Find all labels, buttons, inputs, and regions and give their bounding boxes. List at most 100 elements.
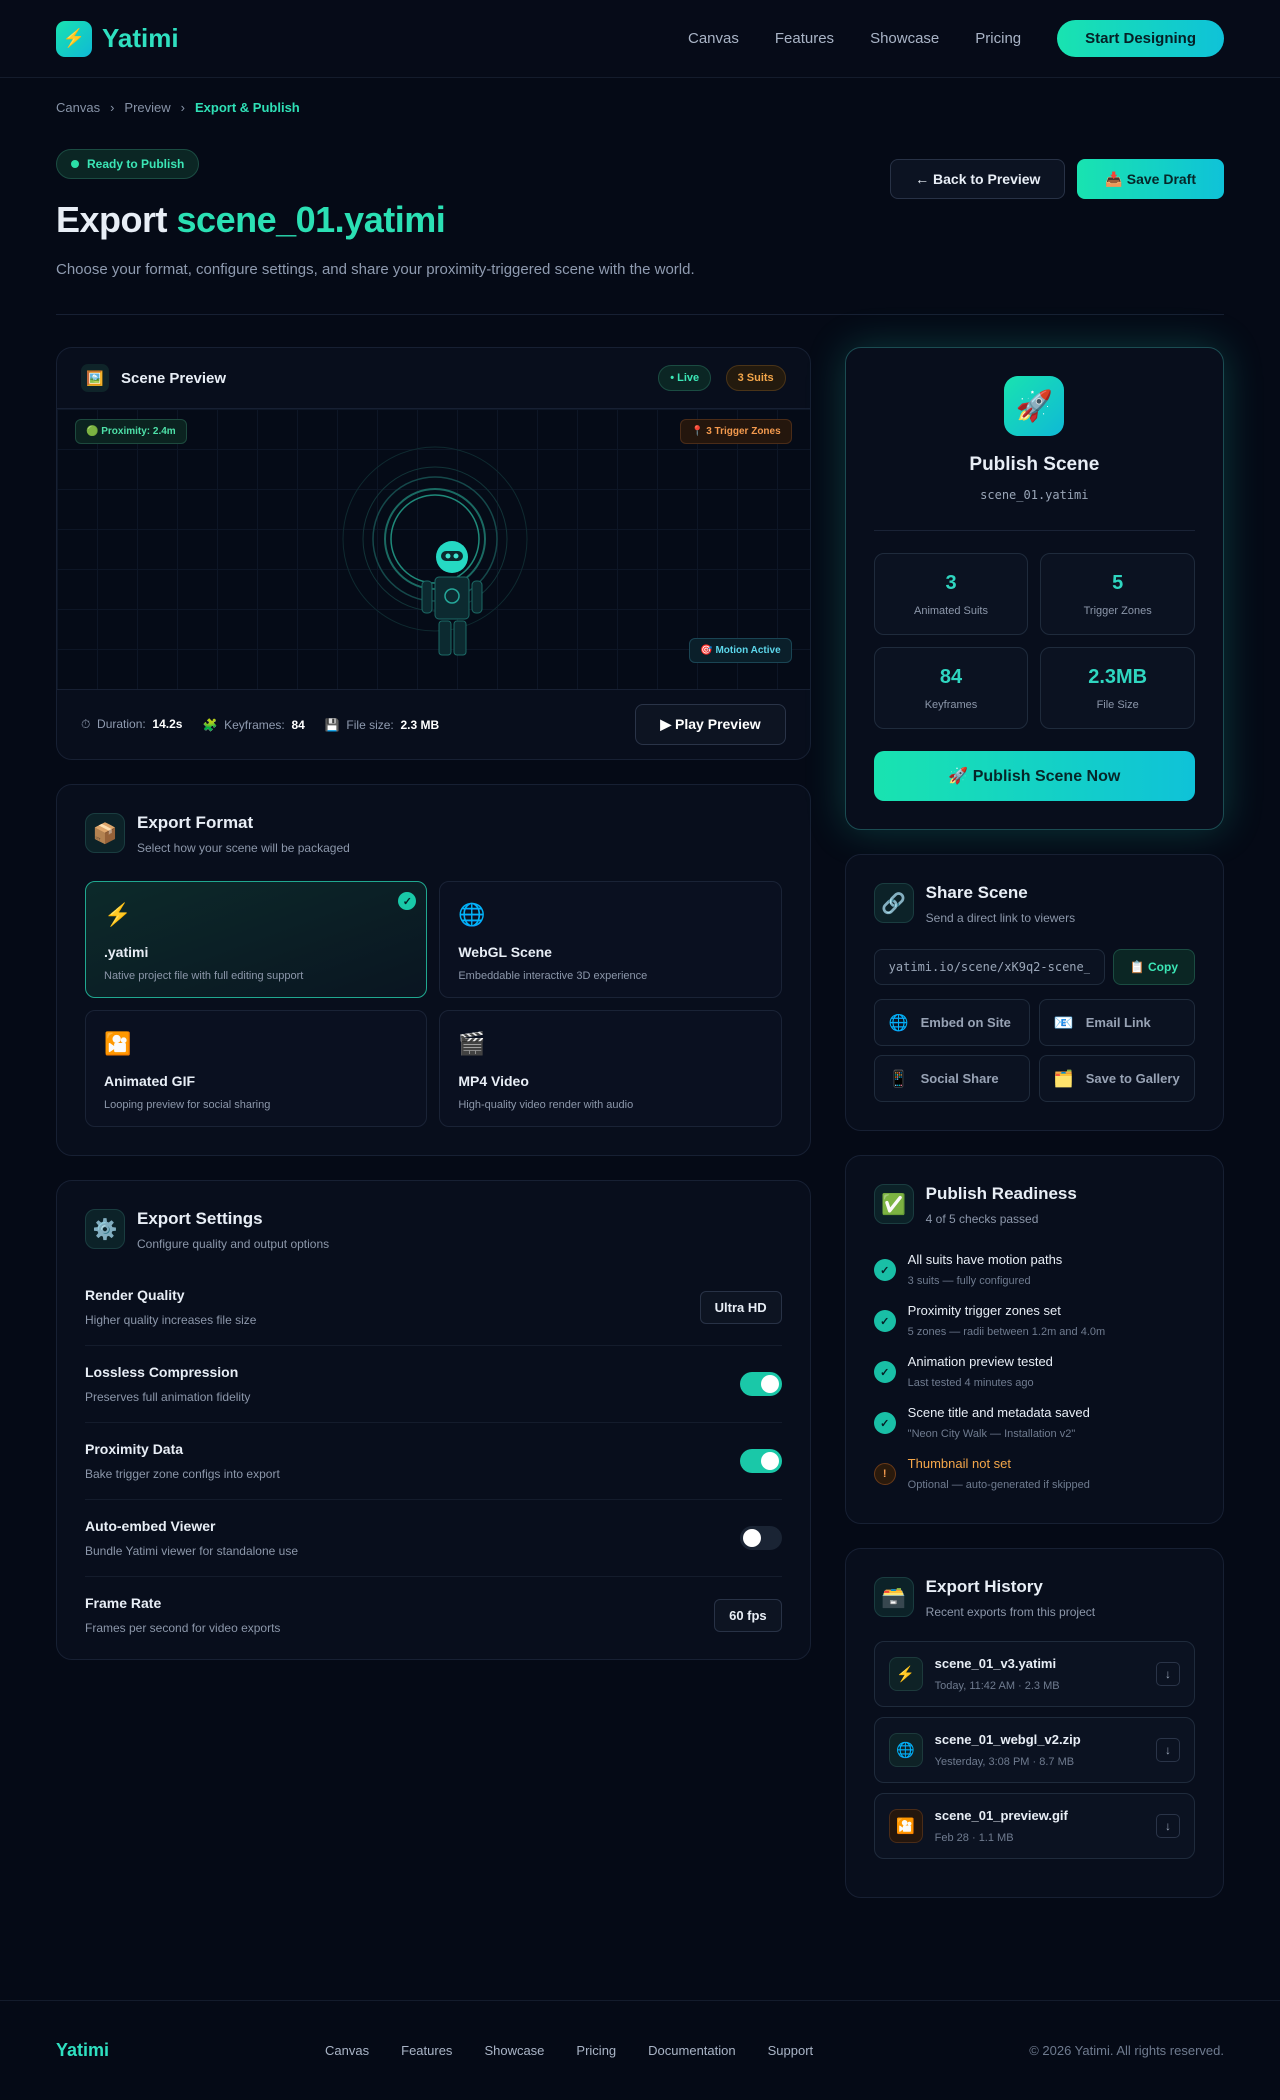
divider bbox=[873, 530, 1195, 531]
setting-frame-rate: Frame Rate Frames per second for video e… bbox=[85, 1577, 782, 1653]
format-option-webgl[interactable]: 🌐 WebGL Scene Embeddable interactive 3D … bbox=[439, 881, 782, 998]
link-icon: 🔗 bbox=[873, 883, 914, 923]
rocket-icon: 🚀 bbox=[1004, 376, 1065, 436]
lightning-icon: ⚡ bbox=[888, 1657, 923, 1691]
footer-link-documentation[interactable]: Documentation bbox=[648, 2043, 735, 2058]
footer-link-support[interactable]: Support bbox=[768, 2043, 814, 2058]
keyframes-stat: 🧩 Keyframes: 84 bbox=[202, 718, 304, 732]
format-desc: High-quality video render with audio bbox=[458, 1099, 634, 1111]
share-title: Share Scene bbox=[925, 883, 1028, 902]
history-item[interactable]: 🌐 scene_01_webgl_v2.zip Yesterday, 3:08 … bbox=[873, 1717, 1195, 1783]
setting-title: Proximity Data bbox=[85, 1441, 184, 1457]
puzzle-icon: 🧩 bbox=[202, 717, 218, 732]
duration-label: Duration: bbox=[97, 717, 146, 731]
auto-embed-viewer-toggle[interactable] bbox=[739, 1526, 782, 1550]
nav-link-features[interactable]: Features bbox=[775, 30, 834, 47]
globe-icon: 🌐 bbox=[888, 1733, 923, 1767]
top-nav: ⚡ Yatimi Canvas Features Showcase Pricin… bbox=[0, 0, 1280, 78]
stat-value: 3 bbox=[945, 571, 957, 594]
check-desc: 3 suits — fully configured bbox=[907, 1275, 1031, 1287]
stat-file-size: 2.3MB File Size bbox=[1040, 647, 1195, 729]
check-item: ✓ Proximity trigger zones set 5 zones — … bbox=[873, 1295, 1195, 1346]
export-format-card: 📦 Export Format Select how your scene wi… bbox=[56, 784, 811, 1156]
embed-on-site-button[interactable]: 🌐 Embed on Site bbox=[873, 999, 1030, 1046]
check-item: ✓ Scene title and metadata saved "Neon C… bbox=[873, 1397, 1195, 1448]
status-badge: Ready to Publish bbox=[56, 149, 200, 179]
back-to-preview-button[interactable]: ← Back to Preview bbox=[890, 159, 1066, 199]
file-box-icon: 🗃️ bbox=[873, 1577, 914, 1617]
stat-label: File Size bbox=[1096, 698, 1139, 711]
setting-title: Auto-embed Viewer bbox=[85, 1518, 216, 1534]
nav-links: Canvas Features Showcase Pricing Start D… bbox=[688, 20, 1224, 57]
setting-render-quality: Render Quality Higher quality increases … bbox=[85, 1269, 782, 1346]
publish-readiness-card: ✅ Publish Readiness 4 of 5 checks passed… bbox=[844, 1155, 1224, 1524]
proximity-data-toggle[interactable] bbox=[739, 1449, 782, 1473]
setting-desc: Frames per second for video exports bbox=[85, 1621, 281, 1635]
save-to-gallery-button[interactable]: 🗂️ Save to Gallery bbox=[1038, 1055, 1195, 1102]
check-passed-icon: ✓ bbox=[873, 1310, 896, 1332]
footer-link-canvas[interactable]: Canvas bbox=[325, 2043, 369, 2058]
frame-rate-select[interactable]: 60 fps bbox=[714, 1598, 782, 1632]
nav-link-showcase[interactable]: Showcase bbox=[870, 30, 939, 47]
check-desc: Last tested 4 minutes ago bbox=[907, 1377, 1034, 1389]
scene-canvas[interactable]: 🟢 Proximity: 2.4m 📍 3 Trigger Zones 🎯 Mo… bbox=[57, 409, 810, 689]
gear-icon: ⚙️ bbox=[85, 1209, 125, 1249]
setting-lossless-compression: Lossless Compression Preserves full anim… bbox=[85, 1346, 782, 1423]
render-quality-select[interactable]: Ultra HD bbox=[699, 1290, 782, 1324]
nav-link-canvas[interactable]: Canvas bbox=[688, 30, 739, 47]
page-title-file: scene_01.yatimi bbox=[176, 199, 446, 240]
copy-link-button[interactable]: 📋 Copy bbox=[1112, 949, 1195, 985]
play-preview-button[interactable]: ▶ Play Preview bbox=[635, 704, 786, 745]
history-file-name: scene_01_preview.gif bbox=[934, 1808, 1068, 1823]
download-icon[interactable]: ↓ bbox=[1156, 1814, 1180, 1838]
footer-link-features[interactable]: Features bbox=[401, 2043, 452, 2058]
format-desc: Looping preview for social sharing bbox=[104, 1099, 271, 1111]
save-draft-button[interactable]: 📥 Save Draft bbox=[1077, 159, 1224, 199]
social-share-button[interactable]: 📱 Social Share bbox=[873, 1055, 1030, 1102]
check-desc: "Neon City Walk — Installation v2" bbox=[907, 1428, 1076, 1440]
history-file-meta: Today, 11:42 AM · 2.3 MB bbox=[934, 1680, 1060, 1692]
keyframes-value: 84 bbox=[291, 717, 305, 732]
format-option-mp4[interactable]: 🎬 MP4 Video High-quality video render wi… bbox=[439, 1010, 782, 1127]
nav-link-pricing[interactable]: Pricing bbox=[975, 30, 1021, 47]
selected-check-icon: ✓ bbox=[398, 892, 417, 910]
history-item[interactable]: 🎦 scene_01_preview.gif Feb 28 · 1.1 MB ↓ bbox=[873, 1793, 1195, 1859]
footer-brand[interactable]: Yatimi bbox=[56, 2040, 109, 2061]
lightning-logo-icon: ⚡ bbox=[56, 20, 92, 57]
hero-actions: ← Back to Preview 📥 Save Draft bbox=[890, 159, 1224, 199]
setting-desc: Bundle Yatimi viewer for standalone use bbox=[85, 1544, 299, 1558]
robot-figure-icon bbox=[342, 446, 528, 656]
email-link-button[interactable]: 📧 Email Link bbox=[1038, 999, 1195, 1046]
stat-label: Keyframes bbox=[924, 698, 978, 711]
history-item[interactable]: ⚡ scene_01_v3.yatimi Today, 11:42 AM · 2… bbox=[873, 1641, 1195, 1707]
share-link-row: 📋 Copy bbox=[873, 949, 1195, 985]
stat-value: 2.3MB bbox=[1088, 665, 1148, 688]
format-option-gif[interactable]: 🎦 Animated GIF Looping preview for socia… bbox=[85, 1010, 428, 1127]
breadcrumb-preview[interactable]: Preview bbox=[124, 100, 170, 115]
publish-scene-button[interactable]: 🚀 Publish Scene Now bbox=[873, 751, 1195, 801]
download-icon[interactable]: ↓ bbox=[1156, 1662, 1180, 1686]
footer-link-showcase[interactable]: Showcase bbox=[484, 2043, 544, 2058]
share-link-input[interactable] bbox=[873, 949, 1105, 985]
setting-auto-embed-viewer: Auto-embed Viewer Bundle Yatimi viewer f… bbox=[85, 1500, 782, 1577]
brand[interactable]: ⚡ Yatimi bbox=[56, 20, 179, 57]
lightning-icon: ⚡ bbox=[104, 902, 132, 927]
movie-camera-icon: 🎦 bbox=[888, 1809, 923, 1843]
floppy-icon: 💾 bbox=[324, 717, 340, 732]
lossless-compression-toggle[interactable] bbox=[739, 1372, 782, 1396]
download-icon[interactable]: ↓ bbox=[1156, 1738, 1180, 1762]
share-action-label: Embed on Site bbox=[920, 1015, 1011, 1030]
footer-link-pricing[interactable]: Pricing bbox=[576, 2043, 616, 2058]
check-passed-icon: ✓ bbox=[873, 1412, 896, 1434]
brand-name: Yatimi bbox=[102, 23, 179, 53]
publish-title: Publish Scene bbox=[969, 454, 1100, 475]
start-designing-button[interactable]: Start Designing bbox=[1057, 20, 1224, 57]
export-history-card: 🗃️ Export History Recent exports from th… bbox=[844, 1548, 1224, 1898]
scene-preview-footer: ⏱ Duration: 14.2s 🧩 Keyframes: 84 💾 File… bbox=[57, 689, 810, 759]
page-title: Export scene_01.yatimi bbox=[56, 199, 1224, 241]
movie-camera-icon: 🎦 bbox=[104, 1031, 132, 1056]
history-file-name: scene_01_v3.yatimi bbox=[934, 1656, 1057, 1671]
format-option-yatimi[interactable]: ✓ ⚡ .yatimi Native project file with ful… bbox=[85, 881, 428, 998]
share-action-label: Social Share bbox=[920, 1071, 999, 1086]
breadcrumb-canvas[interactable]: Canvas bbox=[56, 100, 100, 115]
